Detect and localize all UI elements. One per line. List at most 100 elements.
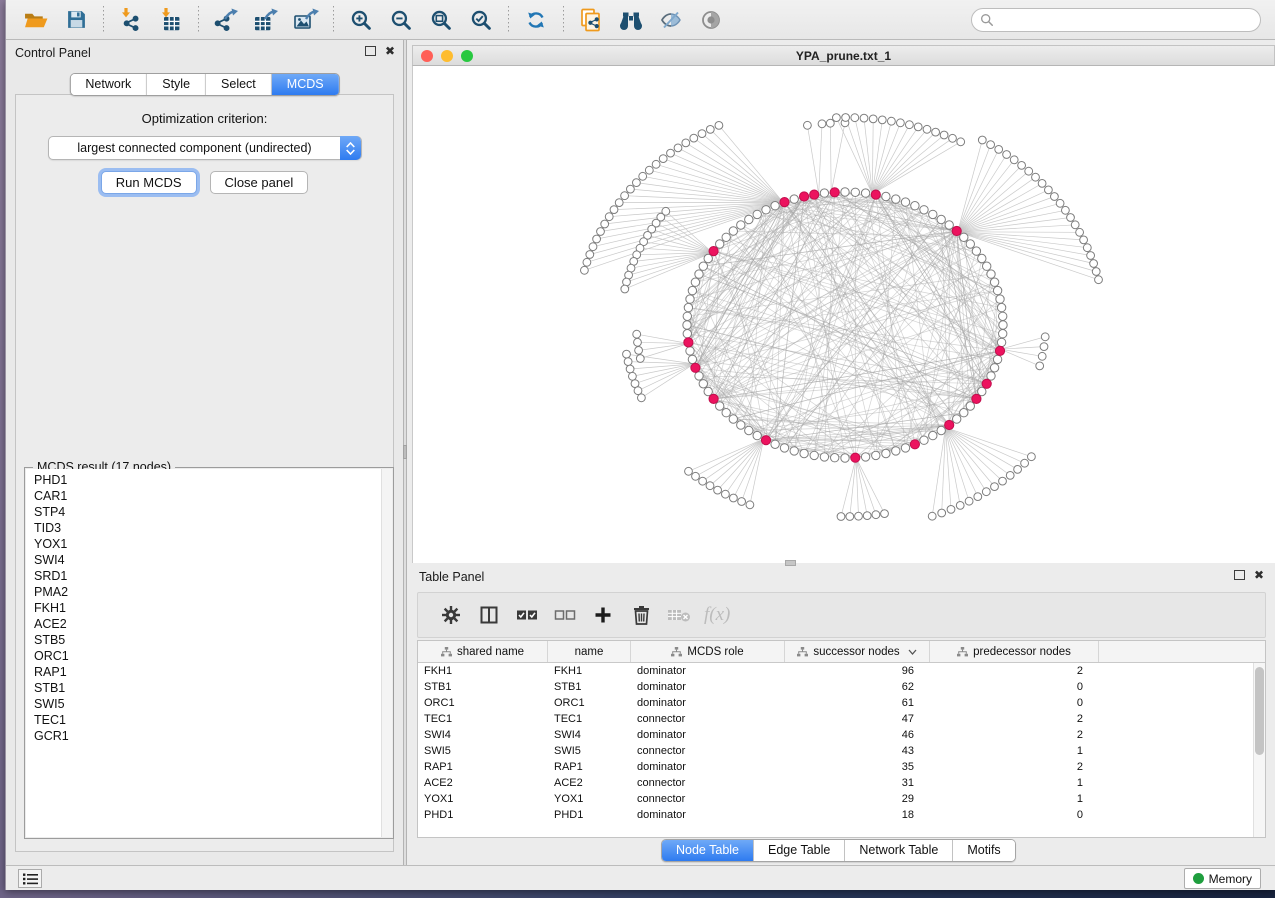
trash-icon[interactable] [626,600,656,630]
hide-details-icon[interactable] [656,5,686,35]
mcds-list-scrollbar[interactable] [381,469,392,837]
table-row[interactable]: SWI5SWI5connector431 [418,743,1265,759]
float-panel-icon[interactable] [365,46,376,56]
mcds-result-item[interactable]: YOX1 [34,536,392,552]
tab-network-table[interactable]: Network Table [845,840,953,861]
export-network-icon[interactable] [211,5,241,35]
import-table-icon[interactable] [156,5,186,35]
control-panel-title: Control Panel [15,46,91,60]
import-network-icon[interactable] [116,5,146,35]
tab-select[interactable]: Select [206,74,272,95]
gear-icon[interactable] [436,600,466,630]
cell-MCDS-role: connector [631,713,785,725]
mcds-result-item[interactable]: PHD1 [34,472,392,488]
mcds-result-item[interactable]: TID3 [34,520,392,536]
column-header-MCDS-role[interactable]: MCDS role [631,641,785,662]
cell-shared-name: SWI4 [418,729,548,741]
network-window-titlebar[interactable]: YPA_prune.txt_1 [412,45,1275,66]
tab-motifs[interactable]: Motifs [953,840,1014,861]
toolbar-separator [198,6,199,34]
mcds-result-item[interactable]: SWI4 [34,552,392,568]
mcds-result-item[interactable]: RAP1 [34,664,392,680]
export-image-icon[interactable] [291,5,321,35]
mcds-result-item[interactable]: CAR1 [34,488,392,504]
close-table-panel-icon[interactable]: ✖ [1254,570,1264,580]
table-row[interactable]: SWI4SWI4dominator462 [418,727,1265,743]
task-history-button[interactable] [18,869,42,888]
mcds-result-item[interactable]: PMA2 [34,584,392,600]
columns-icon[interactable] [474,600,504,630]
run-mcds-button[interactable]: Run MCDS [101,171,197,194]
cell-name: SWI4 [548,729,631,741]
search-box[interactable] [971,8,1261,32]
search-icon [980,13,994,27]
column-header-successor-nodes[interactable]: successor nodes [785,641,930,662]
zoom-selected-icon[interactable] [466,5,496,35]
tab-edge-table[interactable]: Edge Table [754,840,845,861]
show-details-icon[interactable] [696,5,726,35]
tab-network[interactable]: Network [70,74,147,95]
mcds-result-item[interactable]: GCR1 [34,728,392,744]
network-canvas[interactable] [412,66,1275,563]
zoom-in-icon[interactable] [346,5,376,35]
refresh-icon[interactable] [521,5,551,35]
select-all-icon[interactable] [512,600,542,630]
sort-desc-icon [908,649,917,655]
cell-successor-nodes: 61 [785,697,930,709]
table-scrollbar-thumb[interactable] [1255,667,1264,755]
export-table-icon[interactable] [251,5,281,35]
search-input[interactable] [1000,13,1252,27]
float-table-panel-icon[interactable] [1234,570,1245,580]
memory-button[interactable]: Memory [1184,868,1261,889]
table-row[interactable]: ORC1ORC1dominator610 [418,695,1265,711]
table-row[interactable]: TEC1TEC1connector472 [418,711,1265,727]
right-column: YPA_prune.txt_1 Table Panel ✖ f(x) [407,40,1275,865]
fx-function-builder-icon[interactable]: f(x) [704,604,730,626]
optimization-criterion-dropdown[interactable]: largest connected component (undirected) [48,136,362,160]
mcds-result-item[interactable]: TEC1 [34,712,392,728]
table-row[interactable]: FKH1FKH1dominator962 [418,663,1265,679]
table-scrollbar[interactable] [1253,663,1265,837]
cell-shared-name: YOX1 [418,793,548,805]
mcds-result-item[interactable]: SWI5 [34,696,392,712]
table-row[interactable]: PHD1PHD1dominator180 [418,807,1265,823]
mcds-result-list[interactable]: PHD1CAR1STP4TID3YOX1SWI4SRD1PMA2FKH1ACE2… [26,469,392,837]
dropdown-stepper-icon [340,136,361,160]
mcds-result-item[interactable]: ORC1 [34,648,392,664]
clear-selection-icon[interactable] [550,600,580,630]
table-row[interactable]: STB1STB1dominator620 [418,679,1265,695]
delete-column-icon[interactable] [664,600,694,630]
close-panel-icon[interactable]: ✖ [385,46,395,56]
mcds-result-item[interactable]: FKH1 [34,600,392,616]
cell-predecessor-nodes: 0 [930,697,1099,709]
network-graph[interactable] [413,66,1275,563]
binoculars-icon[interactable] [616,5,646,35]
horizontal-splitter-grip[interactable] [785,560,796,566]
add-row-icon[interactable] [588,600,618,630]
tab-mcds[interactable]: MCDS [272,74,339,95]
open-folder-icon[interactable] [21,5,51,35]
save-icon[interactable] [61,5,91,35]
column-header-predecessor-nodes[interactable]: predecessor nodes [930,641,1099,662]
zoom-fit-icon[interactable] [426,5,456,35]
mcds-result-item[interactable]: STB5 [34,632,392,648]
cell-name: PHD1 [548,809,631,821]
column-header-name[interactable]: name [548,641,631,662]
mcds-result-item[interactable]: ACE2 [34,616,392,632]
dropdown-selected-value: largest connected component (undirected) [49,141,361,155]
tab-node-table[interactable]: Node Table [662,840,754,861]
network-doc-icon[interactable] [576,5,606,35]
mcds-result-item[interactable]: STP4 [34,504,392,520]
mcds-result-item[interactable]: SRD1 [34,568,392,584]
node-table[interactable]: shared namenameMCDS rolesuccessor nodesp… [417,640,1266,838]
cell-predecessor-nodes: 1 [930,777,1099,789]
mcds-result-item[interactable]: STB1 [34,680,392,696]
column-header-shared-name[interactable]: shared name [418,641,548,662]
table-row[interactable]: RAP1RAP1dominator352 [418,759,1265,775]
zoom-out-icon[interactable] [386,5,416,35]
table-row[interactable]: ACE2ACE2connector311 [418,775,1265,791]
close-panel-button[interactable]: Close panel [210,171,309,194]
tab-style[interactable]: Style [147,74,206,95]
table-row[interactable]: YOX1YOX1connector291 [418,791,1265,807]
cell-predecessor-nodes: 2 [930,665,1099,677]
